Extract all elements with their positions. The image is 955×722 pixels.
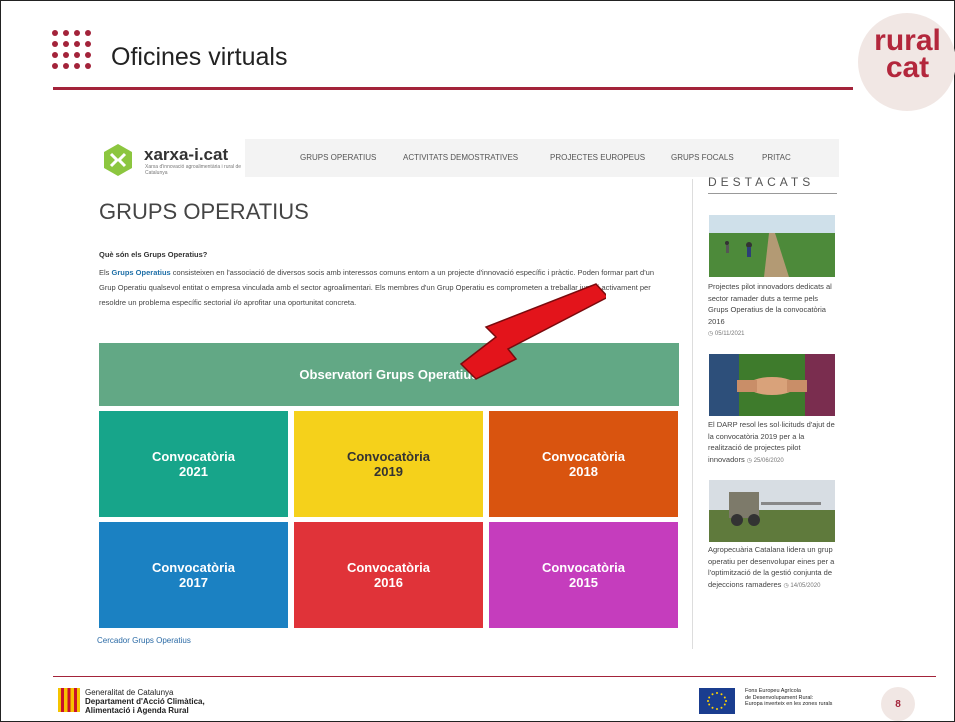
dots-icon bbox=[52, 30, 96, 74]
feader-label: Fons Europeu Agrícola de Desenvolupament… bbox=[745, 688, 833, 707]
sidebar-rule bbox=[708, 193, 837, 194]
dot bbox=[74, 41, 80, 47]
news-item[interactable]: Agropecuària Catalana lidera un grup ope… bbox=[708, 544, 839, 592]
sidebar-divider bbox=[692, 179, 693, 649]
red-arrow-annotation bbox=[459, 283, 606, 380]
news-date: ◷ 25/06/2020 bbox=[746, 457, 784, 464]
news-date: ◷ 05/11/2021 bbox=[708, 331, 745, 337]
tile-convocatoria-2015[interactable]: Convocatòria 2015 bbox=[489, 522, 678, 628]
intro-link[interactable]: Grups Operatius bbox=[112, 268, 171, 277]
dot bbox=[85, 52, 91, 58]
news-image-handshake[interactable] bbox=[709, 354, 835, 416]
dot bbox=[85, 30, 91, 36]
dot bbox=[52, 41, 58, 47]
generalitat-logo-icon bbox=[58, 688, 80, 712]
dot bbox=[74, 30, 80, 36]
dot bbox=[63, 52, 69, 58]
footer-divider bbox=[53, 676, 936, 677]
slide-title: Oficines virtuals bbox=[111, 43, 288, 71]
eu-flag-icon bbox=[699, 688, 735, 714]
dot bbox=[52, 63, 58, 69]
tile-convocatoria-2016[interactable]: Convocatòria 2016 bbox=[294, 522, 483, 628]
page-heading: GRUPS OPERATIUS bbox=[99, 199, 309, 224]
dot bbox=[74, 52, 80, 58]
tile-convocatoria-2017[interactable]: Convocatòria 2017 bbox=[99, 522, 288, 628]
dot bbox=[63, 30, 69, 36]
menu-item-projectes[interactable]: PROJECTES EUROPEUS bbox=[550, 153, 645, 162]
dot bbox=[85, 63, 91, 69]
site-name[interactable]: xarxa-i.cat bbox=[144, 145, 228, 165]
news-item[interactable]: Projectes pilot innovadors dedicats al s… bbox=[708, 281, 839, 341]
intro-question: Què són els Grups Operatius? bbox=[99, 250, 208, 259]
dot bbox=[52, 30, 58, 36]
ruralcat-logo-text: rural cat bbox=[865, 24, 950, 84]
menu-item-activitats[interactable]: ACTIVITATS DEMOSTRATIVES bbox=[403, 153, 518, 162]
tile-convocatoria-2021[interactable]: Convocatòria 2021 bbox=[99, 411, 288, 517]
xarxa-logo-icon bbox=[104, 144, 132, 176]
dot bbox=[74, 63, 80, 69]
sidebar-heading: DESTACATS bbox=[708, 175, 815, 189]
tile-convocatoria-2019[interactable]: Convocatòria 2019 bbox=[294, 411, 483, 517]
news-item[interactable]: El DARP resol les sol·licituds d'ajut de… bbox=[708, 419, 839, 467]
logo-word-2: cat bbox=[885, 51, 930, 84]
logo-word-1: rural bbox=[874, 24, 941, 57]
site-subtitle: Xarxa d'innovació agroalimentària i rura… bbox=[145, 164, 242, 176]
dot bbox=[85, 41, 91, 47]
generalitat-label: Generalitat de Catalunya Departament d'A… bbox=[85, 688, 205, 715]
tile-convocatoria-2018[interactable]: Convocatòria 2018 bbox=[489, 411, 678, 517]
sidebar-destacats: DESTACATS Projectes pilot innovadors ded… bbox=[692, 139, 839, 653]
slide: Oficines virtuals rural cat xarxa-i.cat … bbox=[0, 0, 955, 722]
dot bbox=[52, 52, 58, 58]
cercador-link[interactable]: Cercador Grups Operatius bbox=[97, 636, 191, 645]
page-number: 8 bbox=[881, 687, 915, 721]
header-divider bbox=[53, 87, 853, 90]
news-image-tractor[interactable] bbox=[709, 480, 835, 542]
website-screenshot: xarxa-i.cat Xarxa d'innovació agroalimen… bbox=[97, 139, 839, 653]
menu-item-grups-operatius[interactable]: GRUPS OPERATIUS bbox=[300, 153, 376, 162]
dot bbox=[63, 63, 69, 69]
news-date: ◷ 14/05/2020 bbox=[783, 582, 821, 589]
dot bbox=[63, 41, 69, 47]
news-image-field[interactable] bbox=[709, 215, 835, 277]
